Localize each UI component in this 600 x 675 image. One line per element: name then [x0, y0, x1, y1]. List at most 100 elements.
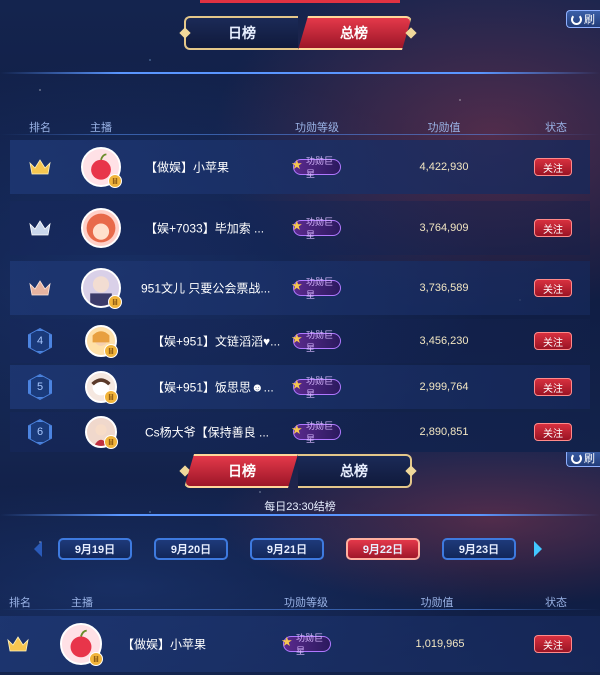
- tab-total[interactable]: 总榜: [298, 16, 412, 50]
- gold-crown-icon: [7, 636, 29, 652]
- col-status: 状态: [545, 122, 567, 134]
- level-label: 功勋巨星: [306, 156, 334, 179]
- level-label: 功勋巨星: [306, 277, 334, 300]
- refresh-label: 刷: [584, 453, 595, 465]
- col-level: 功勋等级: [295, 122, 339, 134]
- star-icon: ★: [291, 331, 303, 346]
- tab-daily[interactable]: 日榜: [184, 16, 298, 50]
- col-rank: 排名: [29, 122, 51, 134]
- board-tabs: 日榜 总榜: [184, 454, 412, 488]
- follow-button[interactable]: 关注: [534, 635, 572, 653]
- anchor-name[interactable]: 【做娱】小苹果: [122, 636, 206, 653]
- total-board-panel: 刷 日榜 总榜 排名 主播 功勋等级 功勋值 状态 lil 【做娱】小苹果 ★: [0, 0, 600, 452]
- col-status: 状态: [545, 597, 567, 609]
- level-label: 功勋巨星: [306, 330, 334, 353]
- avatar[interactable]: lil: [60, 623, 103, 666]
- daily-board-panel: 刷 日榜 总榜 每日23:30结榜 9月19日 9月20日 9月21日 9月22…: [0, 452, 600, 675]
- follow-button[interactable]: 关注: [534, 158, 572, 176]
- date-button[interactable]: 9月23日: [442, 538, 516, 560]
- anchor-badge-icon: lil: [104, 344, 118, 358]
- score-value: 4,422,930: [419, 161, 469, 173]
- star-icon: ★: [291, 157, 303, 172]
- refresh-icon: [571, 13, 582, 25]
- star-icon: ★: [291, 422, 303, 437]
- avatar[interactable]: lil: [85, 325, 118, 358]
- rank-number: 5: [29, 375, 51, 399]
- score-value: 3,736,589: [419, 282, 469, 294]
- level-label: 功勋巨星: [306, 217, 334, 240]
- cartoon-avatar-image: [86, 213, 116, 243]
- score-value: 3,764,909: [419, 222, 469, 234]
- rank-number: 4: [29, 329, 51, 353]
- anchor-badge-icon: lil: [89, 652, 103, 666]
- avatar[interactable]: lil: [81, 268, 122, 309]
- level-badge: ★ 功勋巨星: [291, 421, 341, 444]
- refresh-label: 刷: [584, 14, 595, 26]
- follow-button[interactable]: 关注: [534, 332, 572, 350]
- star-icon: ★: [291, 377, 303, 392]
- anchor-name[interactable]: Cs杨大爷【保持善良 ...: [145, 424, 269, 441]
- follow-button[interactable]: 关注: [534, 423, 572, 441]
- avatar[interactable]: lil: [85, 371, 118, 404]
- table-row[interactable]: 5 lil 【娱+951】饭思思☻... ★ 功勋巨星 2,999,764 关注: [10, 365, 590, 409]
- anchor-name[interactable]: 【娱+951】饭思思☻...: [152, 379, 274, 396]
- settlement-note: 每日23:30结榜: [264, 501, 336, 513]
- avatar[interactable]: [81, 208, 121, 248]
- level-label: 功勋巨星: [306, 376, 334, 399]
- date-button[interactable]: 9月20日: [154, 538, 228, 560]
- follow-button[interactable]: 关注: [534, 378, 572, 396]
- silver-crown-icon: [29, 220, 51, 236]
- avatar[interactable]: lil: [85, 416, 118, 449]
- score-value: 1,019,965: [415, 638, 465, 650]
- anchor-name[interactable]: 951文儿 只要公会票战...: [141, 280, 270, 297]
- score-value: 2,890,851: [419, 426, 469, 438]
- star-icon: ★: [281, 634, 293, 649]
- col-rank: 排名: [9, 597, 31, 609]
- table-row[interactable]: lil 【做娱】小苹果 ★ 功勋巨星 4,422,930 关注: [10, 140, 590, 194]
- col-anchor: 主播: [90, 122, 112, 134]
- avatar[interactable]: lil: [81, 147, 122, 188]
- star-icon: ★: [291, 278, 303, 293]
- anchor-badge-icon: lil: [108, 174, 122, 188]
- col-score: 功勋值: [420, 597, 454, 609]
- header-divider: [0, 72, 600, 74]
- refresh-button[interactable]: 刷: [566, 452, 600, 467]
- anchor-name[interactable]: 【做娱】小苹果: [145, 159, 229, 176]
- next-date-arrow-icon[interactable]: [532, 540, 544, 558]
- col-anchor: 主播: [71, 597, 93, 609]
- tab-total[interactable]: 总榜: [298, 454, 412, 488]
- table-row[interactable]: lil 【做娱】小苹果 ★ 功勋巨星 1,019,965 关注: [0, 616, 600, 672]
- table-header-divider: [0, 134, 600, 135]
- board-tabs: 日榜 总榜: [184, 16, 412, 50]
- level-badge: ★ 功勋巨星: [291, 330, 341, 353]
- gold-crown-icon: [29, 159, 51, 175]
- col-level: 功勋等级: [284, 597, 328, 609]
- table-row[interactable]: 4 lil 【娱+951】文链滔滔♥... ★ 功勋巨星 3,456,230 关…: [10, 319, 590, 363]
- table-row[interactable]: 6 lil Cs杨大爷【保持善良 ... ★ 功勋巨星 2,890,851 关注: [10, 412, 590, 452]
- table-row[interactable]: 【娱+7033】毕加索 ... ★ 功勋巨星 3,764,909 关注: [10, 201, 590, 255]
- anchor-name[interactable]: 【娱+7033】毕加索 ...: [145, 220, 264, 237]
- follow-button[interactable]: 关注: [534, 219, 572, 237]
- table-row[interactable]: lil 951文儿 只要公会票战... ★ 功勋巨星 3,736,589 关注: [10, 261, 590, 315]
- anchor-badge-icon: lil: [108, 295, 122, 309]
- rank-hexagon: 6: [28, 419, 52, 445]
- date-button-selected[interactable]: 9月22日: [346, 538, 420, 560]
- anchor-badge-icon: lil: [104, 435, 118, 449]
- anchor-name[interactable]: 【娱+951】文链滔滔♥...: [152, 333, 280, 350]
- tab-daily[interactable]: 日榜: [184, 454, 298, 488]
- col-score: 功勋值: [427, 122, 461, 134]
- prev-date-arrow-icon[interactable]: [32, 540, 44, 558]
- refresh-icon: [571, 452, 582, 464]
- level-label: 功勋巨星: [306, 421, 334, 444]
- top-accent-strip: [200, 0, 400, 3]
- refresh-button[interactable]: 刷: [566, 10, 600, 28]
- rank-hexagon: 5: [28, 374, 52, 400]
- level-badge: ★ 功勋巨星: [291, 156, 341, 179]
- date-button[interactable]: 9月21日: [250, 538, 324, 560]
- date-button[interactable]: 9月19日: [58, 538, 132, 560]
- table-header-divider: [0, 609, 600, 610]
- follow-button[interactable]: 关注: [534, 279, 572, 297]
- rank-hexagon: 4: [28, 328, 52, 354]
- level-label: 功勋巨星: [296, 633, 324, 656]
- score-value: 2,999,764: [419, 381, 469, 393]
